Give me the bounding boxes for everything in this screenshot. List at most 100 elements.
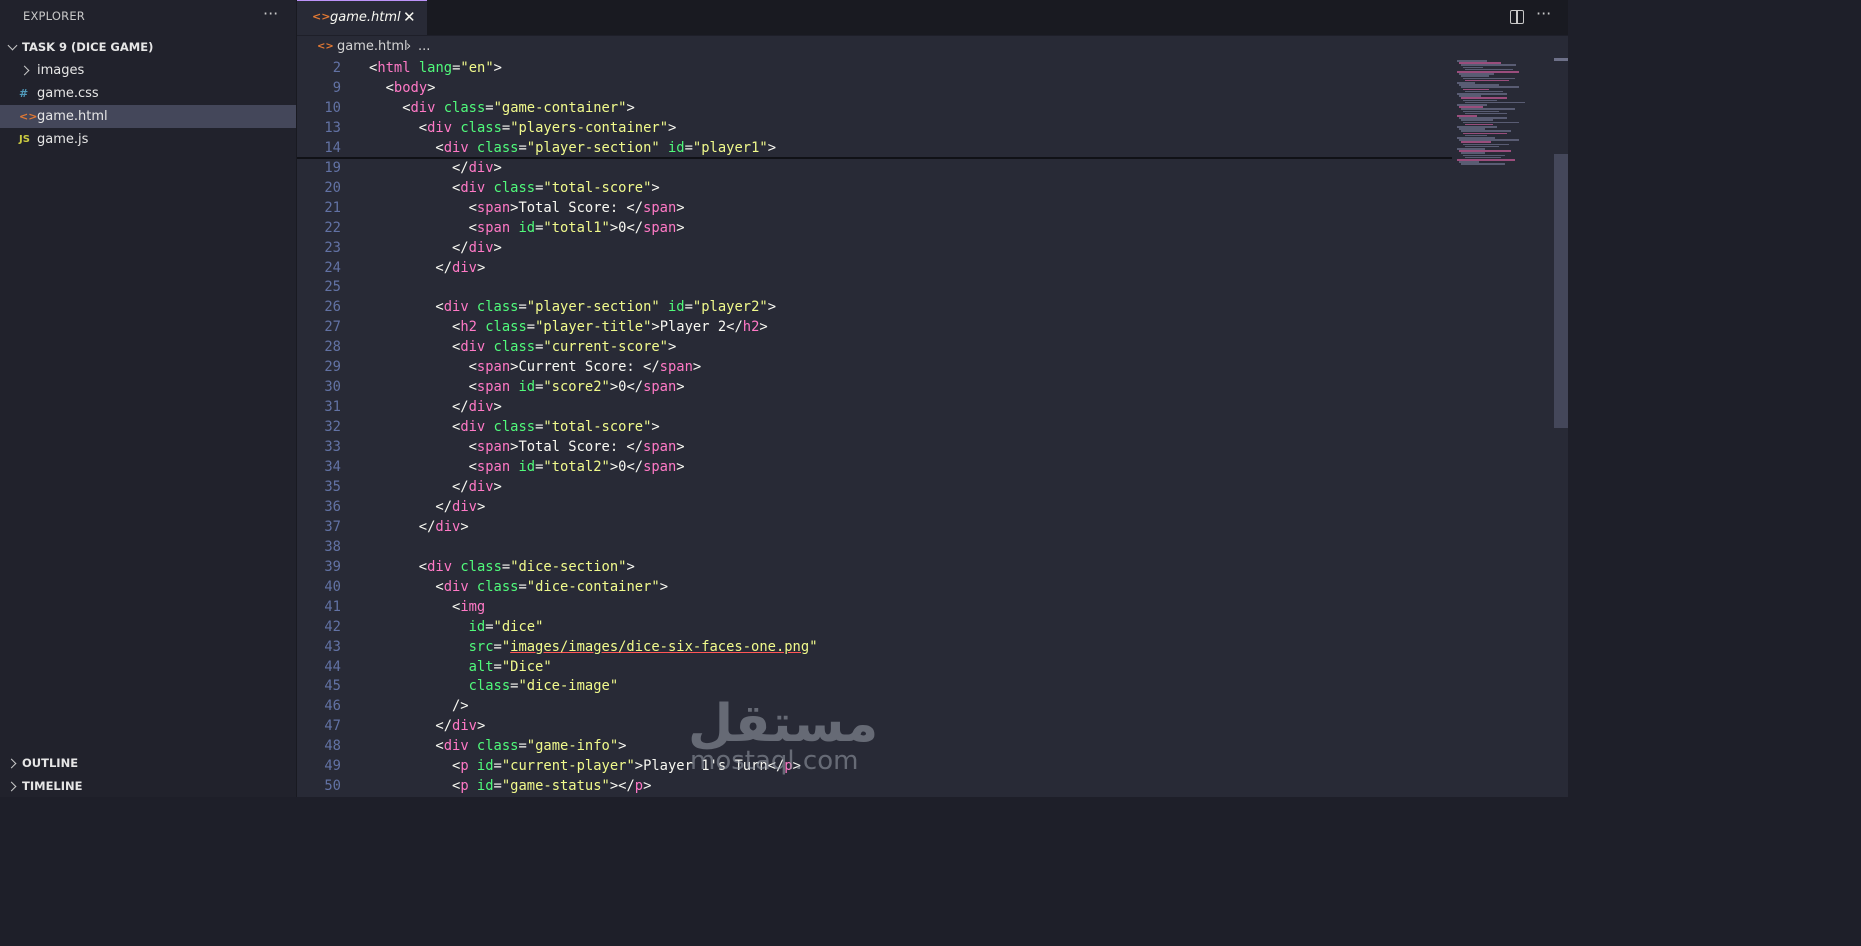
outline-section-header[interactable]: OUTLINE: [0, 752, 296, 774]
scrollbar-marker: [1554, 58, 1568, 61]
code-token: <: [418, 558, 428, 575]
code-token: >: [626, 558, 635, 575]
line-number: 42: [324, 618, 341, 635]
code-area[interactable]: 2 <html lang="en"> 9 <body> 10 <div class="ga…: [297, 58, 1452, 797]
timeline-label: TIMELINE: [22, 779, 83, 793]
breadcrumb-ellipsis[interactable]: ...: [418, 36, 430, 58]
code-token: div: [443, 139, 469, 156]
close-icon[interactable]: ✕: [403, 8, 416, 26]
code-token: "current-score": [543, 339, 668, 356]
code-token: class: [468, 578, 519, 595]
breadcrumb: <> game.html › ...: [297, 36, 1568, 58]
code-token: class: [468, 139, 519, 156]
code-token: <: [468, 459, 477, 475]
line-number: 30: [324, 379, 341, 396]
code-text: </div>: [435, 716, 485, 736]
code-token: span: [643, 439, 677, 456]
code-text: </div>: [452, 238, 502, 258]
code-token: >Current Score: </: [510, 359, 660, 376]
tab-game-html[interactable]: <> game.html ✕: [297, 0, 427, 35]
code-token: "Dice": [501, 658, 552, 675]
line-number: 46: [324, 698, 341, 715]
tree-item-images[interactable]: images: [0, 59, 296, 82]
code-token: "player2": [692, 299, 768, 316]
line-number: 9: [332, 79, 341, 96]
code-token: div: [410, 99, 436, 116]
code-token: <: [468, 359, 477, 376]
scrollbar-thumb[interactable]: [1554, 154, 1568, 428]
code-editor[interactable]: 2 <html lang="en"> 9 <body> 10 <div class="ga…: [297, 58, 1568, 797]
code-token: >: [493, 60, 502, 76]
code-token: div: [443, 299, 469, 316]
code-token: p: [460, 758, 469, 775]
code-text: <span>Total Score: </span>: [469, 198, 685, 218]
code-token: <: [435, 578, 444, 595]
tree-item-game-js[interactable]: JS game.js: [0, 128, 296, 151]
tree-item-game-css[interactable]: # game.css: [0, 82, 296, 105]
line-number: 23: [324, 239, 341, 256]
split-editor-icon[interactable]: [1510, 10, 1524, 24]
code-token: div: [468, 159, 494, 176]
line-number: 14: [324, 139, 341, 156]
code-token: >: [659, 578, 668, 595]
line-number: 38: [324, 538, 341, 555]
line-number: 36: [324, 498, 341, 515]
code-token: div: [452, 259, 477, 276]
code-token: >: [767, 139, 776, 156]
code-token: "total1": [543, 219, 610, 236]
code-token: =: [518, 299, 527, 316]
code-token: class: [485, 339, 536, 356]
code-text: </div>: [452, 477, 502, 497]
code-token: <: [418, 119, 428, 136]
minimap[interactable]: [1457, 58, 1537, 178]
mostaql-watermark: مستقل mostaql.com: [688, 694, 888, 784]
code-token: >: [759, 319, 768, 336]
code-token: p: [634, 778, 644, 795]
code-token: >Player 2</: [651, 319, 743, 336]
breadcrumb-file[interactable]: game.html: [337, 36, 408, 58]
code-token: "game-status": [501, 778, 610, 795]
code-token: id: [468, 778, 494, 795]
code-token: >: [493, 399, 502, 416]
code-token: id: [468, 618, 486, 635]
code-text: </div>: [452, 397, 502, 417]
code-token: >: [676, 219, 685, 236]
code-token: >: [692, 359, 702, 376]
line-number: 45: [324, 678, 341, 695]
line-number: 48: [324, 738, 341, 755]
code-token: class: [452, 558, 502, 575]
code-text: id="dice": [469, 617, 544, 637]
code-token: h2: [742, 319, 760, 336]
code-token: >: [618, 738, 627, 755]
line-number: 37: [324, 518, 341, 535]
html-file-icon: <>: [312, 10, 331, 23]
project-folder-header[interactable]: TASK 9 (DICE GAME): [0, 36, 296, 58]
code-token: div: [435, 518, 461, 535]
code-token: "game-info": [526, 738, 619, 755]
code-token: >: [651, 419, 660, 436]
code-token: class: [452, 119, 502, 136]
line-number: 26: [324, 299, 341, 316]
code-token: class: [468, 299, 519, 316]
code-token: >: [668, 119, 677, 136]
tree-item-game-html[interactable]: <> game.html: [0, 105, 296, 128]
code-token: h2: [460, 319, 477, 336]
editor-more-icon[interactable]: ···: [1536, 4, 1551, 23]
line-number: 25: [324, 279, 341, 296]
line-number: 43: [324, 638, 341, 655]
code-token: lang: [410, 60, 453, 76]
sticky-scroll-divider: [297, 157, 1452, 159]
code-token: </: [452, 239, 469, 256]
code-text: <span>Total Score: </span>: [469, 437, 685, 457]
code-text: <div class="dice-container">: [435, 577, 668, 597]
timeline-section-header[interactable]: TIMELINE: [0, 775, 296, 797]
code-token: "en": [460, 60, 494, 76]
code-token: div: [427, 119, 453, 136]
chevron-right-icon: [6, 781, 17, 792]
code-text: <span id="score2">0</span>: [469, 377, 685, 397]
code-token: "dice-section": [510, 558, 627, 575]
line-number: 49: [324, 758, 341, 775]
explorer-more-icon[interactable]: ···: [263, 4, 278, 23]
code-text: <div class="game-container">: [402, 98, 635, 118]
code-token: =: [684, 139, 693, 156]
